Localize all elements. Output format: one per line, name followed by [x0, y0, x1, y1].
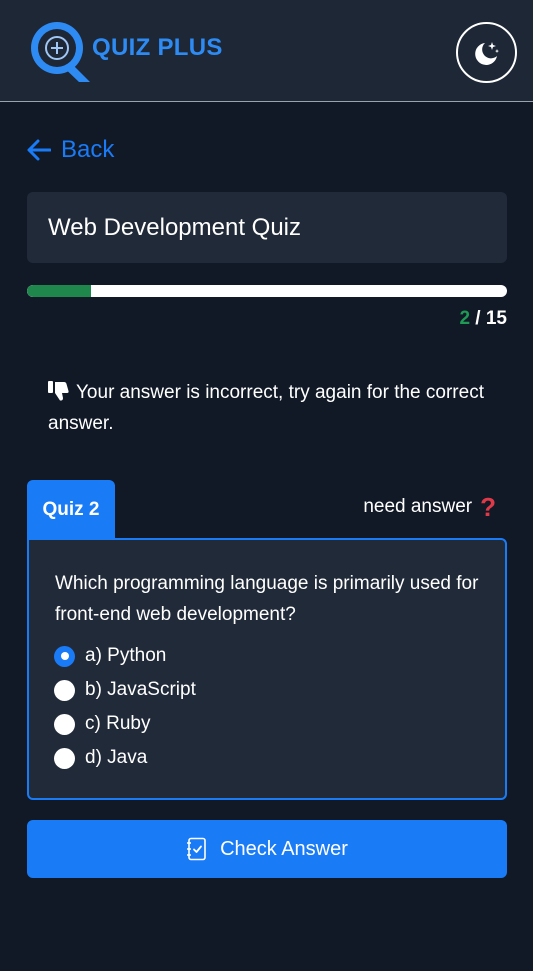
progress-bar — [27, 285, 507, 297]
progress-separator: / — [470, 308, 486, 329]
option-a-radio[interactable] — [54, 645, 75, 667]
back-link[interactable]: Back — [27, 136, 114, 164]
option-c[interactable]: c) Ruby — [54, 707, 196, 741]
option-c-radio[interactable] — [54, 713, 75, 735]
quiz-title-card: Web Development Quiz — [27, 192, 507, 263]
feedback-text: Your answer is incorrect, try again for … — [48, 382, 484, 434]
brand-name[interactable]: QUIZ PLUS — [92, 34, 223, 62]
answer-feedback: Your answer is incorrect, try again for … — [48, 377, 488, 439]
moon-stars-icon — [474, 41, 499, 65]
thumbs-down-icon — [48, 381, 69, 401]
option-b-label: b) JavaScript — [85, 679, 196, 700]
question-text: Which programming language is primarily … — [55, 573, 479, 625]
question-mark-icon: ? — [480, 492, 496, 522]
check-answer-label: Check Answer — [220, 837, 348, 860]
checklist-icon — [187, 837, 206, 861]
progress-total: 15 — [485, 308, 507, 329]
app-header: QUIZ PLUS — [0, 0, 533, 102]
answer-options: a) Python b) JavaScript c) Ruby d) Java — [54, 639, 196, 775]
option-c-label: c) Ruby — [85, 713, 151, 734]
option-b[interactable]: b) JavaScript — [54, 673, 196, 707]
option-d-label: d) Java — [85, 747, 148, 768]
option-d-radio[interactable] — [54, 747, 75, 769]
option-a[interactable]: a) Python — [54, 639, 196, 673]
quiz-title: Web Development Quiz — [48, 213, 302, 241]
tab-label: Quiz 2 — [42, 499, 100, 520]
progress-fill — [27, 285, 91, 297]
question-card: Which programming language is primarily … — [27, 538, 507, 800]
progress-count: 2 / 15 — [459, 308, 507, 330]
check-answer-button[interactable]: Check Answer — [27, 820, 507, 878]
theme-toggle-button[interactable] — [456, 22, 517, 83]
tab-quiz-2[interactable]: Quiz 2 — [27, 480, 115, 540]
option-d[interactable]: d) Java — [54, 741, 196, 775]
arrow-left-icon — [27, 139, 51, 161]
progress-current: 2 — [459, 308, 471, 329]
option-a-label: a) Python — [85, 645, 167, 666]
back-label: Back — [61, 136, 115, 163]
need-answer-indicator[interactable]: need answer ? — [363, 494, 496, 520]
need-answer-label: need answer — [363, 496, 473, 517]
quiz-plus-logo-icon[interactable] — [27, 21, 91, 83]
option-b-radio[interactable] — [54, 679, 75, 701]
